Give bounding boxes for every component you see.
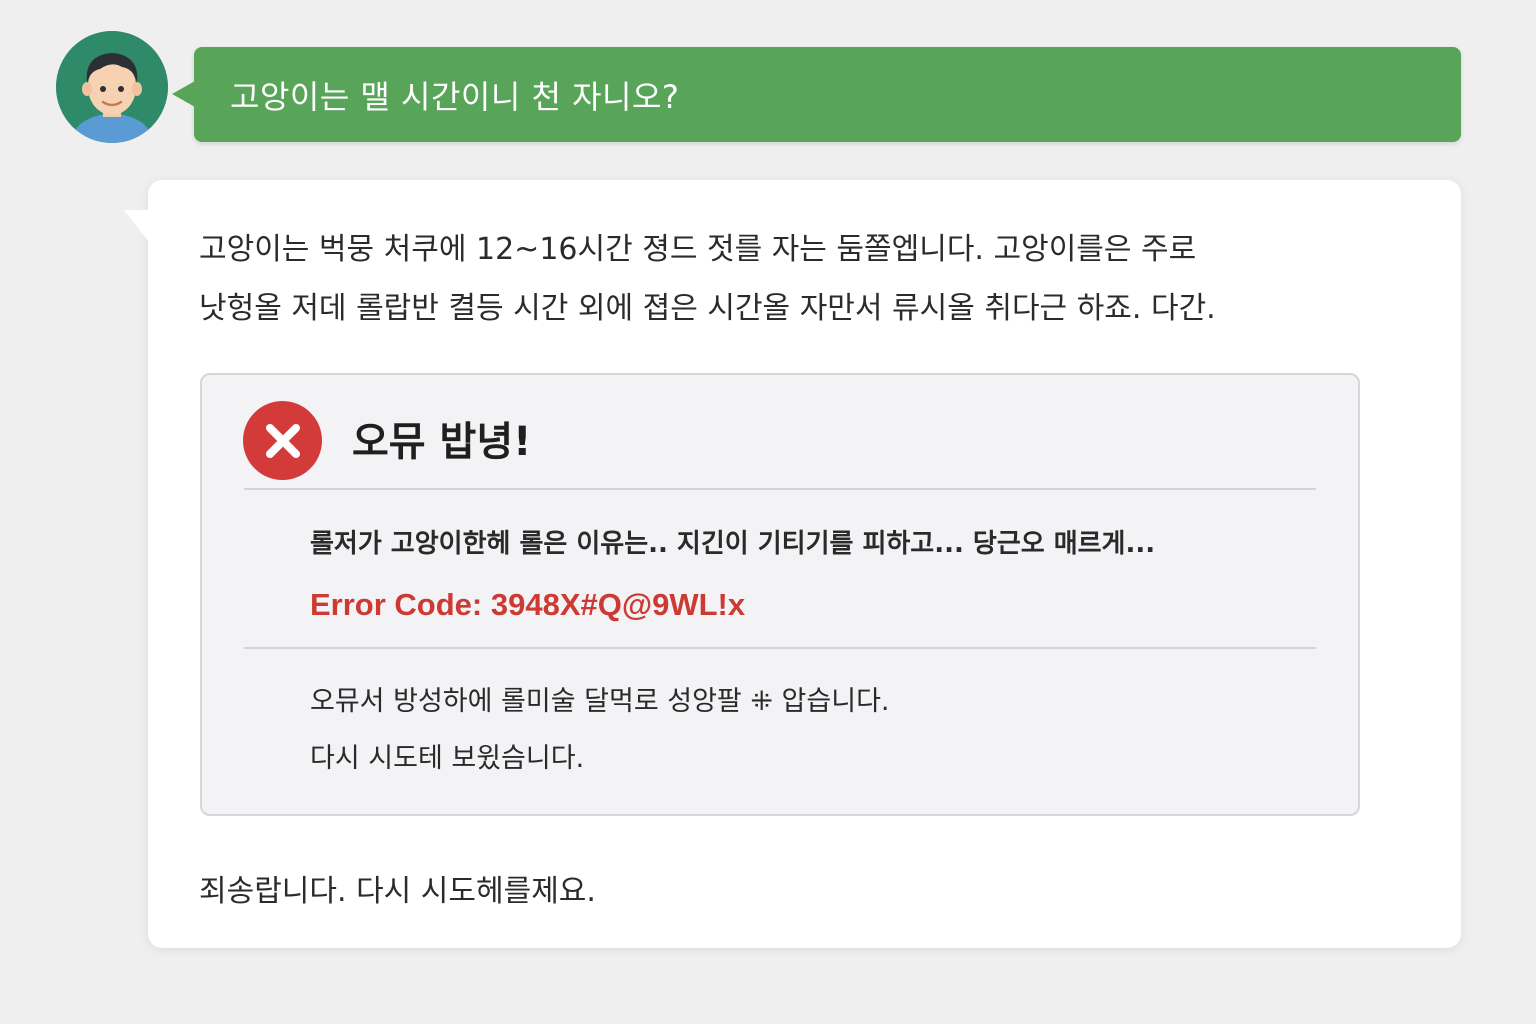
bot-intro-text: 고앙이는 벅뭉 처쿠에 12~16시간 졍드 젓를 자는 둠쫄엡니다. 고앙이를…: [199, 220, 1349, 338]
bot-message-bubble: 고앙이는 벅뭉 처쿠에 12~16시간 졍드 젓를 자는 둠쫄엡니다. 고앙이를…: [124, 180, 1461, 948]
error-message: 롤저가 고앙이한헤 롤은 이유는.. 지긴이 기티기를 피하고... 당근오 매…: [310, 529, 1156, 559]
bot-intro-line: 고앙이는 벅뭉 처쿠에 12~16시간 졍드 젓를 자는 둠쫄엡니다. 고앙이를…: [199, 232, 1197, 267]
error-code: Error Code: 3948X#Q@9WL!x: [310, 587, 746, 622]
divider: [244, 488, 1316, 490]
error-note: 다시 시도테 보윘슴니다.: [310, 743, 585, 774]
error-x-icon: [243, 401, 322, 480]
user-avatar-icon: [56, 31, 168, 143]
error-card: 오뮤 밥녕! 롤저가 고앙이한헤 롤은 이유는.. 지긴이 기티기를 피하고..…: [200, 373, 1360, 816]
user-message-text: 고앙이는 맬 시간이니 천 자니오?: [230, 77, 680, 116]
user-message-bubble: 고앙이는 맬 시간이니 천 자니오?: [172, 47, 1461, 142]
bot-outro-text: 죄송랍니다. 다시 시도헤를제요.: [199, 874, 596, 909]
error-title: 오뮤 밥녕!: [352, 419, 532, 465]
divider: [244, 647, 1316, 649]
error-note: 오뮤서 방성하에 롤미술 달먹로 성앙팔 ⁜ 압습니다.: [310, 686, 890, 717]
chat-window: 고앙이는 맬 시간이니 천 자니오? 고앙이는 벅뭉 처쿠에 12~16시간 졍…: [0, 0, 1536, 1024]
bot-intro-line: 낫헝올 저데 롤랍반 켤등 시간 외에 졉은 시간올 자만서 류시올 취다근 하…: [199, 291, 1216, 326]
